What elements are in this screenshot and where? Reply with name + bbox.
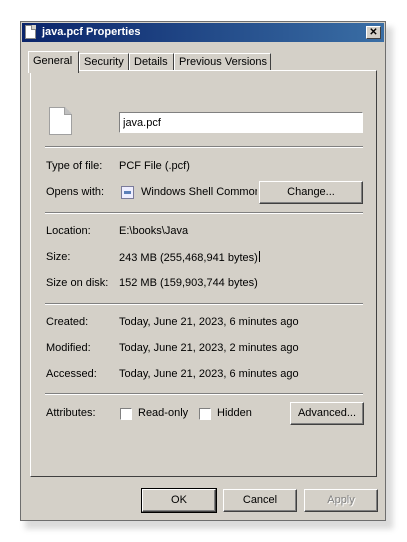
modified-value: Today, June 21, 2023, 2 minutes ago bbox=[119, 342, 299, 354]
location-label: Location: bbox=[46, 225, 91, 237]
created-label: Created: bbox=[46, 316, 89, 328]
advanced-button-label: Advanced... bbox=[297, 407, 357, 419]
opens-with-label: Opens with: bbox=[46, 186, 105, 198]
advanced-button[interactable]: Advanced... bbox=[290, 402, 364, 425]
general-panel: Type of file: PCF File (.pcf) Opens with… bbox=[30, 70, 377, 477]
accessed-value: Today, June 21, 2023, 6 minutes ago bbox=[119, 368, 299, 380]
properties-dialog: java.pcf Properties ✕ General Security D… bbox=[20, 21, 386, 521]
size-value-row: 243 MB (255,468,941 bytes) bbox=[119, 251, 260, 264]
change-button[interactable]: Change... bbox=[259, 181, 363, 204]
size-on-disk-label: Size on disk: bbox=[46, 277, 109, 289]
ok-button[interactable]: OK bbox=[141, 488, 217, 513]
tab-general[interactable]: General bbox=[28, 51, 79, 73]
modified-label: Modified: bbox=[46, 342, 91, 354]
hidden-checkbox[interactable] bbox=[199, 408, 211, 420]
separator bbox=[45, 393, 363, 395]
close-button[interactable]: ✕ bbox=[366, 26, 381, 39]
hidden-label[interactable]: Hidden bbox=[217, 407, 252, 419]
attributes-label: Attributes: bbox=[46, 407, 96, 419]
shell-app-icon bbox=[121, 186, 134, 199]
location-value: E:\books\Java bbox=[119, 225, 189, 237]
file-name-input[interactable] bbox=[119, 112, 363, 133]
title-bar[interactable]: java.pcf Properties ✕ bbox=[22, 23, 384, 42]
apply-button-label: Apply bbox=[327, 494, 355, 506]
tab-previous-versions[interactable]: Previous Versions bbox=[174, 53, 271, 71]
tab-details[interactable]: Details bbox=[129, 53, 174, 71]
size-on-disk-value: 152 MB (159,903,744 bytes) bbox=[119, 277, 258, 289]
separator bbox=[45, 303, 363, 305]
cancel-button-label: Cancel bbox=[242, 494, 278, 506]
created-value: Today, June 21, 2023, 6 minutes ago bbox=[119, 316, 299, 328]
separator bbox=[45, 146, 363, 148]
file-icon bbox=[25, 25, 36, 39]
readonly-label[interactable]: Read-only bbox=[138, 407, 188, 419]
ok-button-label: OK bbox=[171, 494, 187, 506]
tab-security[interactable]: Security bbox=[79, 53, 129, 71]
accessed-label: Accessed: bbox=[46, 368, 97, 380]
type-label: Type of file: bbox=[46, 160, 103, 172]
document-icon bbox=[49, 107, 72, 135]
size-value: 243 MB (255,468,941 bytes) bbox=[119, 252, 258, 264]
window-title: java.pcf Properties bbox=[42, 26, 141, 38]
cancel-button[interactable]: Cancel bbox=[223, 489, 297, 512]
change-button-label: Change... bbox=[287, 186, 335, 198]
apply-button[interactable]: Apply bbox=[304, 489, 378, 512]
type-value: PCF File (.pcf) bbox=[119, 160, 190, 172]
text-cursor bbox=[258, 251, 260, 262]
size-label: Size: bbox=[46, 251, 71, 263]
separator bbox=[45, 212, 363, 214]
readonly-checkbox[interactable] bbox=[120, 408, 132, 420]
opens-with-value: Windows Shell Common bbox=[141, 186, 257, 198]
